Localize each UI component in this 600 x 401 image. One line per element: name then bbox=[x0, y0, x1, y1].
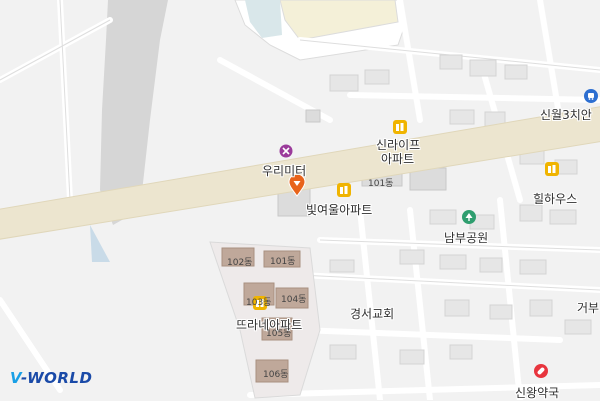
vworld-logo: V-WORLD bbox=[10, 369, 92, 387]
building-label-102: 102동 bbox=[227, 258, 253, 268]
poi-label-woori-meter[interactable]: 우리미터 bbox=[262, 162, 306, 179]
poi-label-sinwang-pharmacy[interactable]: 신왕약국 bbox=[515, 384, 559, 401]
poi-label-hillhouse[interactable]: 힐하우스 bbox=[533, 190, 577, 207]
poi-label-bitneoul[interactable]: 빛여울아파트 bbox=[306, 201, 372, 218]
bus-stop-icon[interactable] bbox=[584, 89, 598, 103]
park-icon[interactable] bbox=[462, 210, 476, 224]
apartment-icon[interactable] bbox=[545, 162, 559, 176]
logo-rest: -WORLD bbox=[21, 369, 93, 387]
map-canvas[interactable] bbox=[0, 0, 600, 400]
building-label-103: 103동 bbox=[246, 298, 272, 308]
building-label-105: 105동 bbox=[266, 329, 292, 339]
shop-icon[interactable] bbox=[279, 144, 293, 158]
apartment-icon[interactable] bbox=[393, 120, 407, 134]
building-label-104: 104동 bbox=[281, 295, 307, 305]
apartment-icon[interactable] bbox=[337, 183, 351, 197]
building-label-101: 101동 bbox=[270, 257, 296, 267]
building-label-101-east: 101동 bbox=[368, 179, 394, 189]
poi-label-shilife-apartment[interactable]: 아파트 bbox=[381, 150, 414, 167]
poi-label-nambu-park[interactable]: 남부공원 bbox=[444, 229, 488, 246]
poi-label-geobu[interactable]: 거부 bbox=[577, 299, 599, 316]
logo-prefix: V bbox=[10, 369, 22, 387]
building-label-106: 106동 bbox=[263, 370, 289, 380]
poi-label-gyeongseo-church[interactable]: 경서교회 bbox=[350, 305, 394, 322]
poi-label-sinwol3[interactable]: 신월3치안 bbox=[540, 106, 592, 123]
pharmacy-icon[interactable] bbox=[534, 364, 548, 378]
